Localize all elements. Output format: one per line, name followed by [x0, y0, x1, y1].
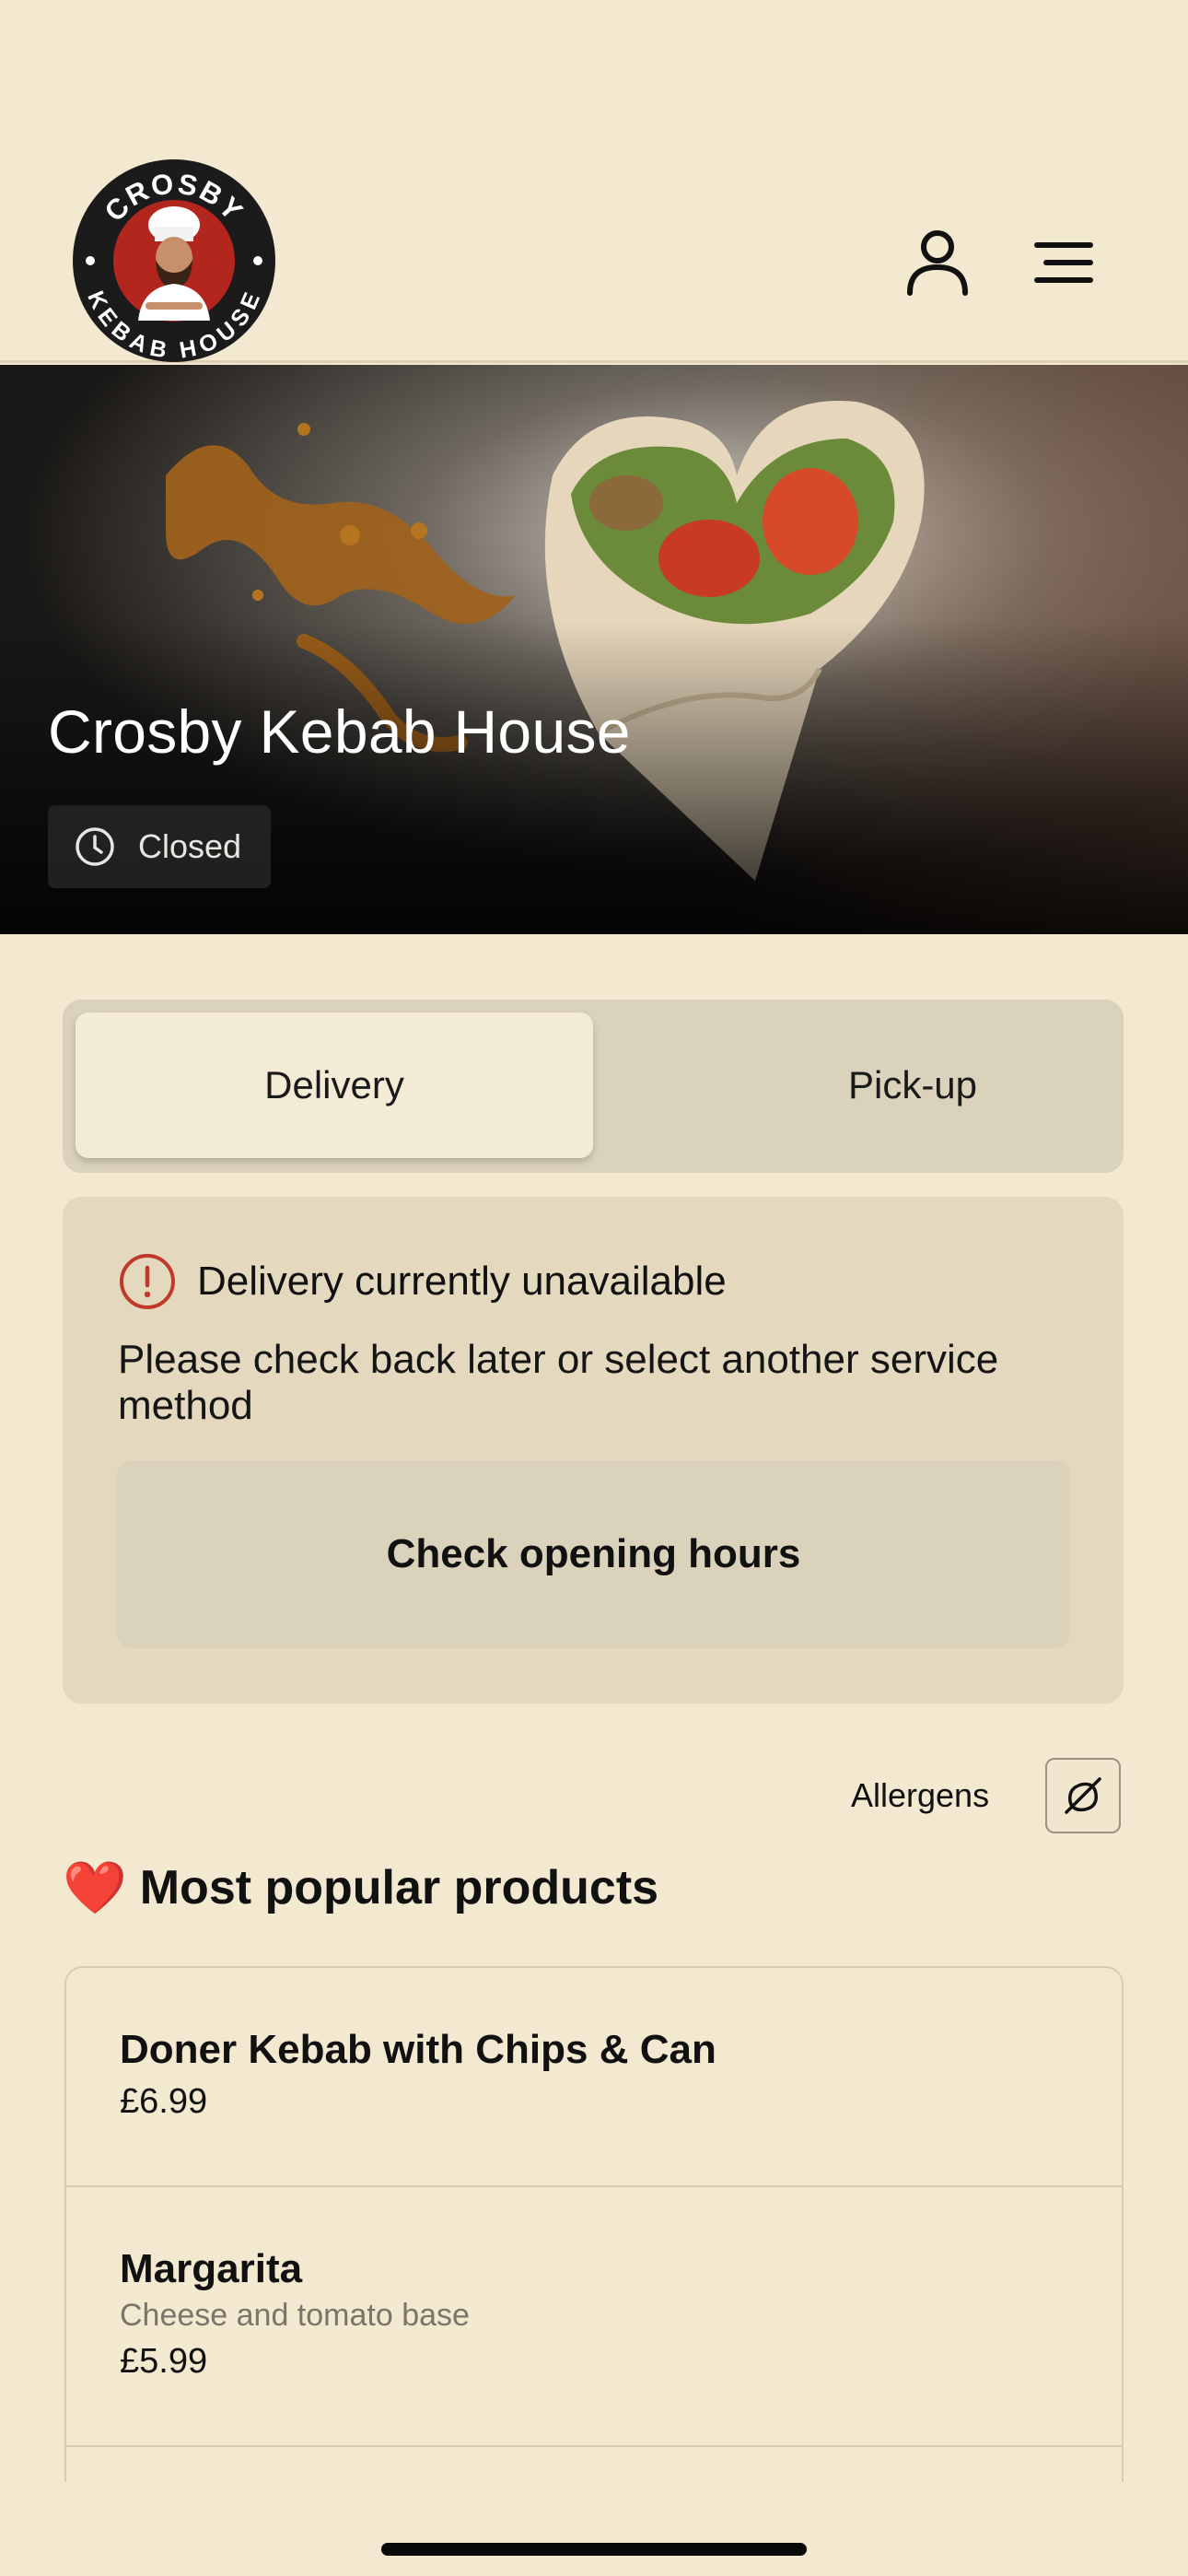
- product-price: £6.99: [120, 2082, 208, 2121]
- pickup-option[interactable]: Pick-up: [654, 1013, 1171, 1158]
- delivery-unavailable-card: Delivery currently unavailable Please ch…: [63, 1197, 1124, 1704]
- notice-header: Delivery currently unavailable: [118, 1252, 727, 1311]
- clock-icon: [76, 827, 114, 866]
- product-name: Margarita: [120, 2246, 303, 2291]
- app-header: CROSBY KEBAB HOUSE: [0, 0, 1188, 364]
- allergens-button[interactable]: [1045, 1758, 1121, 1833]
- page: CROSBY KEBAB HOUSE Crosby Kebab House Cl…: [0, 0, 1188, 2576]
- menu-button[interactable]: [1022, 221, 1105, 304]
- product-price: £5.99: [120, 2342, 208, 2381]
- notice-title: Delivery currently unavailable: [197, 1259, 727, 1304]
- product-description: Cheese and tomato base: [120, 2298, 470, 2333]
- notice-message: Please check back later or select anothe…: [118, 1337, 999, 1428]
- popular-products-list: Doner Kebab with Chips & Can £6.99 Marga…: [64, 1966, 1124, 2482]
- restaurant-logo[interactable]: CROSBY KEBAB HOUSE: [72, 158, 276, 364]
- product-name: Doner Kebab with Chips & Can: [120, 2027, 716, 2072]
- home-indicator: [381, 2543, 807, 2556]
- service-type-toggle: Delivery Pick-up: [63, 1000, 1124, 1173]
- open-status-badge: Closed: [48, 805, 271, 888]
- product-item[interactable]: Margarita Cheese and tomato base £5.99: [66, 2187, 1122, 2447]
- status-text: Closed: [138, 827, 242, 865]
- popular-section-header: ❤️ Most popular products: [63, 1857, 658, 1918]
- info-circle-icon: [120, 1254, 175, 1309]
- delivery-option[interactable]: Delivery: [76, 1013, 593, 1158]
- heart-icon: ❤️: [63, 1858, 127, 1916]
- user-icon: [907, 230, 968, 296]
- account-button[interactable]: [896, 221, 979, 304]
- hamburger-menu-icon: [1034, 242, 1093, 283]
- allergens-label: Allergens: [851, 1776, 990, 1814]
- check-opening-hours-button[interactable]: Check opening hours: [117, 1460, 1070, 1648]
- product-item[interactable]: Doner Kebab with Chips & Can £6.99: [66, 1968, 1122, 2187]
- allergen-icon: [1065, 1777, 1101, 1814]
- popular-section-title: Most popular products: [139, 1861, 659, 1914]
- restaurant-name: Crosby Kebab House: [48, 697, 631, 766]
